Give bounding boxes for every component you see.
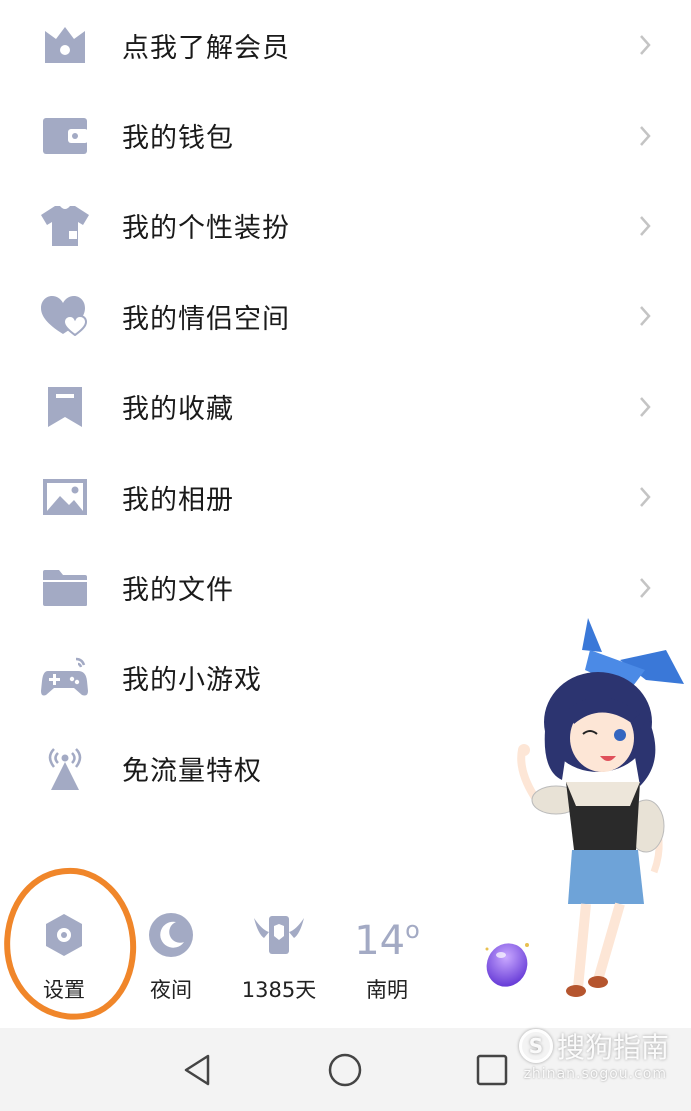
bookmark-icon	[40, 382, 90, 432]
home-icon[interactable]	[327, 1052, 363, 1088]
weather-location-label: 南明	[366, 978, 408, 1002]
menu-item-label: 我的个性装扮	[122, 213, 290, 245]
weather-button[interactable]: 14o 南明	[332, 910, 442, 1004]
watermark-url: zhinan.sogou.com	[523, 1066, 667, 1082]
days-label: 1385天	[241, 978, 317, 1002]
degree-sign: o	[405, 915, 420, 944]
chevron-right-icon	[640, 35, 651, 56]
menu-item-label: 点我了解会员	[122, 32, 290, 64]
menu-item-label: 我的小游戏	[122, 665, 262, 697]
chevron-right-icon	[640, 306, 651, 327]
temperature-display: 14o	[354, 910, 420, 964]
sogou-logo-icon: S	[518, 1029, 553, 1063]
photo-icon	[40, 472, 90, 522]
menu-item-vip[interactable]: 点我了解会员	[0, 0, 691, 90]
hearts-icon	[40, 291, 90, 341]
back-icon[interactable]	[180, 1052, 216, 1088]
days-button[interactable]: 1385天	[224, 910, 334, 1004]
watermark: S 搜狗指南	[518, 1026, 669, 1066]
chevron-right-icon	[640, 125, 651, 146]
shirt-icon	[40, 201, 90, 251]
menu-item-personalization[interactable]: 我的个性装扮	[0, 181, 691, 271]
magic-orb-button[interactable]	[452, 938, 562, 988]
menu-item-label: 我的情侣空间	[122, 303, 290, 335]
orb-icon	[479, 938, 535, 988]
moon-icon	[148, 910, 194, 960]
watermark-text: 搜狗指南	[556, 1031, 669, 1064]
menu-item-label: 我的钱包	[122, 123, 234, 155]
recents-icon[interactable]	[474, 1052, 510, 1088]
menu-item-favorites[interactable]: 我的收藏	[0, 362, 691, 452]
menu-item-label: 我的相册	[122, 484, 234, 516]
night-mode-label: 夜间	[150, 978, 192, 1002]
menu-item-label: 我的文件	[122, 575, 234, 607]
chevron-right-icon	[640, 216, 651, 236]
chevron-right-icon	[640, 396, 651, 417]
wallet-icon	[40, 111, 90, 161]
signal-tower-icon	[40, 743, 90, 793]
winged-badge-icon	[252, 910, 306, 960]
chevron-right-icon	[640, 577, 651, 598]
crown-icon	[40, 20, 90, 70]
menu-item-couple-space[interactable]: 我的情侣空间	[0, 271, 691, 361]
menu-item-label: 免流量特权	[122, 755, 262, 787]
menu-item-album[interactable]: 我的相册	[0, 452, 691, 542]
menu-item-wallet[interactable]: 我的钱包	[0, 90, 691, 180]
folder-icon	[40, 563, 90, 613]
temperature-value: 14	[354, 917, 406, 964]
chevron-right-icon	[640, 487, 651, 507]
menu-item-label: 我的收藏	[122, 394, 234, 426]
gamepad-icon	[40, 653, 90, 703]
